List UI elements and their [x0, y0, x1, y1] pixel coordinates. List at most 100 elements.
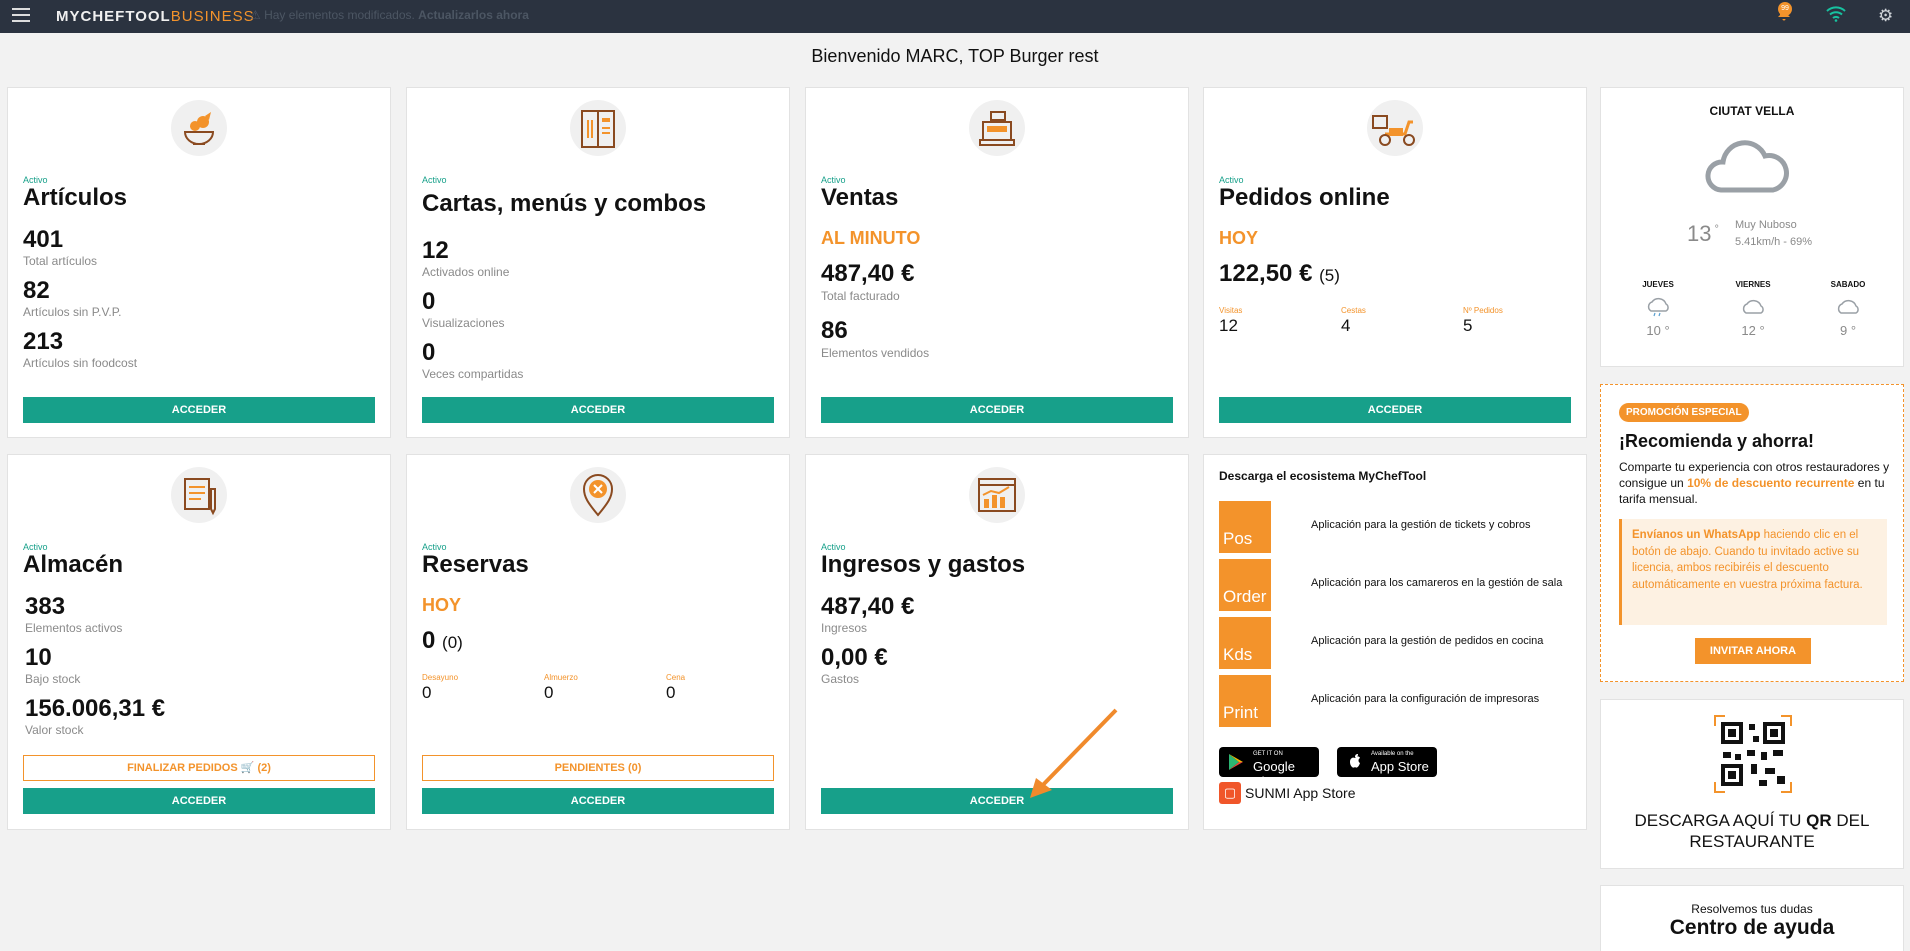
pos-app-tile[interactable]: Pos	[1219, 501, 1271, 553]
mini-value: 4	[1341, 316, 1351, 335]
app-row-print[interactable]: Print Aplicación para la configuración d…	[1219, 675, 1579, 727]
notifications-bell-icon[interactable]: 99	[1776, 2, 1792, 22]
help-center-card[interactable]: Resolvemos tus dudas Centro de ayuda	[1600, 885, 1904, 951]
qr-card[interactable]: DESCARGA AQUÍ TU QR DEL RESTAURANTE	[1600, 699, 1904, 869]
qr-text-part: DESCARGA AQUÍ TU	[1634, 811, 1807, 830]
app-store-badge[interactable]: Available on the App Store	[1337, 747, 1437, 777]
forecast-temp: 10 °	[1646, 323, 1670, 338]
acceder-button[interactable]: ACCEDER	[821, 397, 1173, 423]
card-articulos: Activo Artículos 401 Total artículos 82 …	[7, 87, 391, 438]
forecast-temp-value: 10	[1646, 323, 1661, 338]
amount-value: 0	[422, 627, 436, 654]
stat-value: 383	[25, 593, 66, 620]
mini-label: Cena	[666, 673, 686, 682]
rain-cloud-icon	[1647, 298, 1669, 317]
forecast-day-name: VIERNES	[1735, 280, 1771, 289]
forecast-day-name: JUEVES	[1642, 280, 1674, 289]
stat-label: Artículos sin P.V.P.	[23, 305, 122, 319]
acceder-button[interactable]: ACCEDER	[422, 788, 774, 814]
stat-value: 86	[821, 317, 848, 344]
stat-value: 487,40 €	[821, 260, 915, 287]
menu-icon[interactable]	[12, 8, 30, 22]
amount-value: 122,50 €	[1219, 260, 1313, 287]
reservations-total: 0 (0)	[422, 627, 463, 655]
settings-gear-icon[interactable]: ⚙	[1878, 6, 1893, 26]
card-pedidos-online: Activo Pedidos online HOY 122,50 € (5) V…	[1203, 87, 1587, 438]
app-logo[interactable]: MYCHEFTOOLBUSINESS	[56, 8, 255, 25]
mini-label: Desayuno	[422, 673, 459, 682]
kds-app-tile[interactable]: Kds	[1219, 617, 1271, 669]
card-ventas: Activo Ventas AL MINUTO 487,40 € Total f…	[805, 87, 1189, 438]
location-pin-cutlery-icon	[570, 467, 626, 523]
apple-icon	[1350, 754, 1360, 768]
help-subtitle: Resolvemos tus dudas	[1691, 902, 1813, 916]
mini-value: 0	[666, 683, 676, 702]
google-play-icon	[1229, 754, 1243, 770]
app-row-order[interactable]: Order Aplicación para los camareros en l…	[1219, 559, 1579, 611]
notification-count-badge: 99	[1778, 2, 1792, 16]
stat-label: Total facturado	[821, 289, 900, 303]
app-description: Aplicación para la configuración de impr…	[1311, 693, 1540, 705]
app-row-pos[interactable]: Pos Aplicación para la gestión de ticket…	[1219, 501, 1579, 553]
stat-value: 0	[422, 339, 436, 366]
stat-value: 0,00 €	[821, 644, 888, 671]
card-title: Reservas	[422, 551, 529, 578]
card-title: Ingresos y gastos	[821, 551, 1026, 578]
acceder-button[interactable]: ACCEDER	[422, 397, 774, 423]
stat-value: 82	[23, 277, 50, 304]
clipboard-pen-icon	[171, 467, 227, 523]
stat-label: Bajo stock	[25, 672, 81, 686]
order-app-tile[interactable]: Order	[1219, 559, 1271, 611]
acceder-button[interactable]: ACCEDER	[23, 397, 375, 423]
app-description: Aplicación para la gestión de pedidos en…	[1311, 635, 1544, 647]
cloud-icon	[1705, 140, 1789, 193]
orders-count: (5)	[1319, 266, 1340, 285]
promo-title: ¡Recomienda y ahorra!	[1619, 431, 1815, 451]
pendientes-button[interactable]: PENDIENTES (0)	[422, 755, 774, 781]
stat-label: Visualizaciones	[422, 316, 505, 330]
print-app-tile[interactable]: Print	[1219, 675, 1271, 727]
sunmi-icon: ▢	[1219, 782, 1241, 804]
promo-highlight: 10% de descuento recurrente	[1687, 476, 1855, 490]
salad-bowl-icon	[171, 100, 227, 156]
acceder-button[interactable]: ACCEDER	[23, 788, 375, 814]
google-play-badge[interactable]: GET IT ON Google Play	[1219, 747, 1319, 789]
mini-label: Cestas	[1341, 306, 1366, 315]
finalizar-pedidos-button[interactable]: FINALIZAR PEDIDOS 🛒 (2)	[23, 755, 375, 781]
forecast-day-name: SABADO	[1830, 280, 1866, 289]
stat-value: 156.006,31 €	[25, 695, 166, 722]
acceder-button[interactable]: ACCEDER	[821, 788, 1173, 814]
forecast-day: JUEVES 10 °	[1628, 280, 1688, 338]
temp-value: 13	[1687, 221, 1712, 246]
menu-book-icon	[570, 100, 626, 156]
logo-text-business: BUSINESS	[170, 8, 255, 25]
update-now-link[interactable]: Actualizarlos ahora	[418, 8, 529, 22]
stat-label: Valor stock	[25, 723, 84, 737]
stat-label: Artículos sin foodcost	[23, 356, 138, 370]
stat-label: Total artículos	[23, 254, 98, 268]
app-store-text: App Store	[1371, 759, 1429, 774]
stat-label: Ingresos	[821, 621, 868, 635]
weather-condition: Muy Nuboso	[1735, 219, 1797, 231]
stat-label: Veces compartidas	[422, 367, 524, 381]
card-ingresos-gastos: Activo Ingresos y gastos 487,40 € Ingres…	[805, 454, 1189, 830]
promo-info-box: Envíanos un WhatsApp haciendo clic en el…	[1619, 519, 1887, 625]
qr-code-icon	[1714, 715, 1792, 793]
current-temp: 13 °	[1687, 221, 1719, 246]
stat-label: Activados online	[422, 265, 510, 279]
acceder-button[interactable]: ACCEDER	[1219, 397, 1571, 423]
forecast-day: SABADO 9 °	[1818, 280, 1878, 338]
cloud-icon	[1837, 300, 1859, 314]
card-title: Pedidos online	[1219, 184, 1390, 211]
card-title: Almacén	[23, 551, 124, 578]
weather-city: CIUTAT VELLA	[1709, 104, 1795, 118]
promo-box-bold: Envíanos un WhatsApp	[1632, 529, 1761, 541]
financial-chart-icon	[969, 467, 1025, 523]
invitar-ahora-button[interactable]: INVITAR AHORA	[1695, 638, 1811, 664]
card-title: Artículos	[23, 184, 128, 211]
promo-text: Comparte tu experiencia con otros restau…	[1619, 459, 1895, 507]
wifi-icon[interactable]	[1826, 6, 1846, 22]
app-row-kds[interactable]: Kds Aplicación para la gestión de pedido…	[1219, 617, 1579, 669]
cash-register-icon	[969, 100, 1025, 156]
stat-value: 10	[25, 644, 52, 671]
